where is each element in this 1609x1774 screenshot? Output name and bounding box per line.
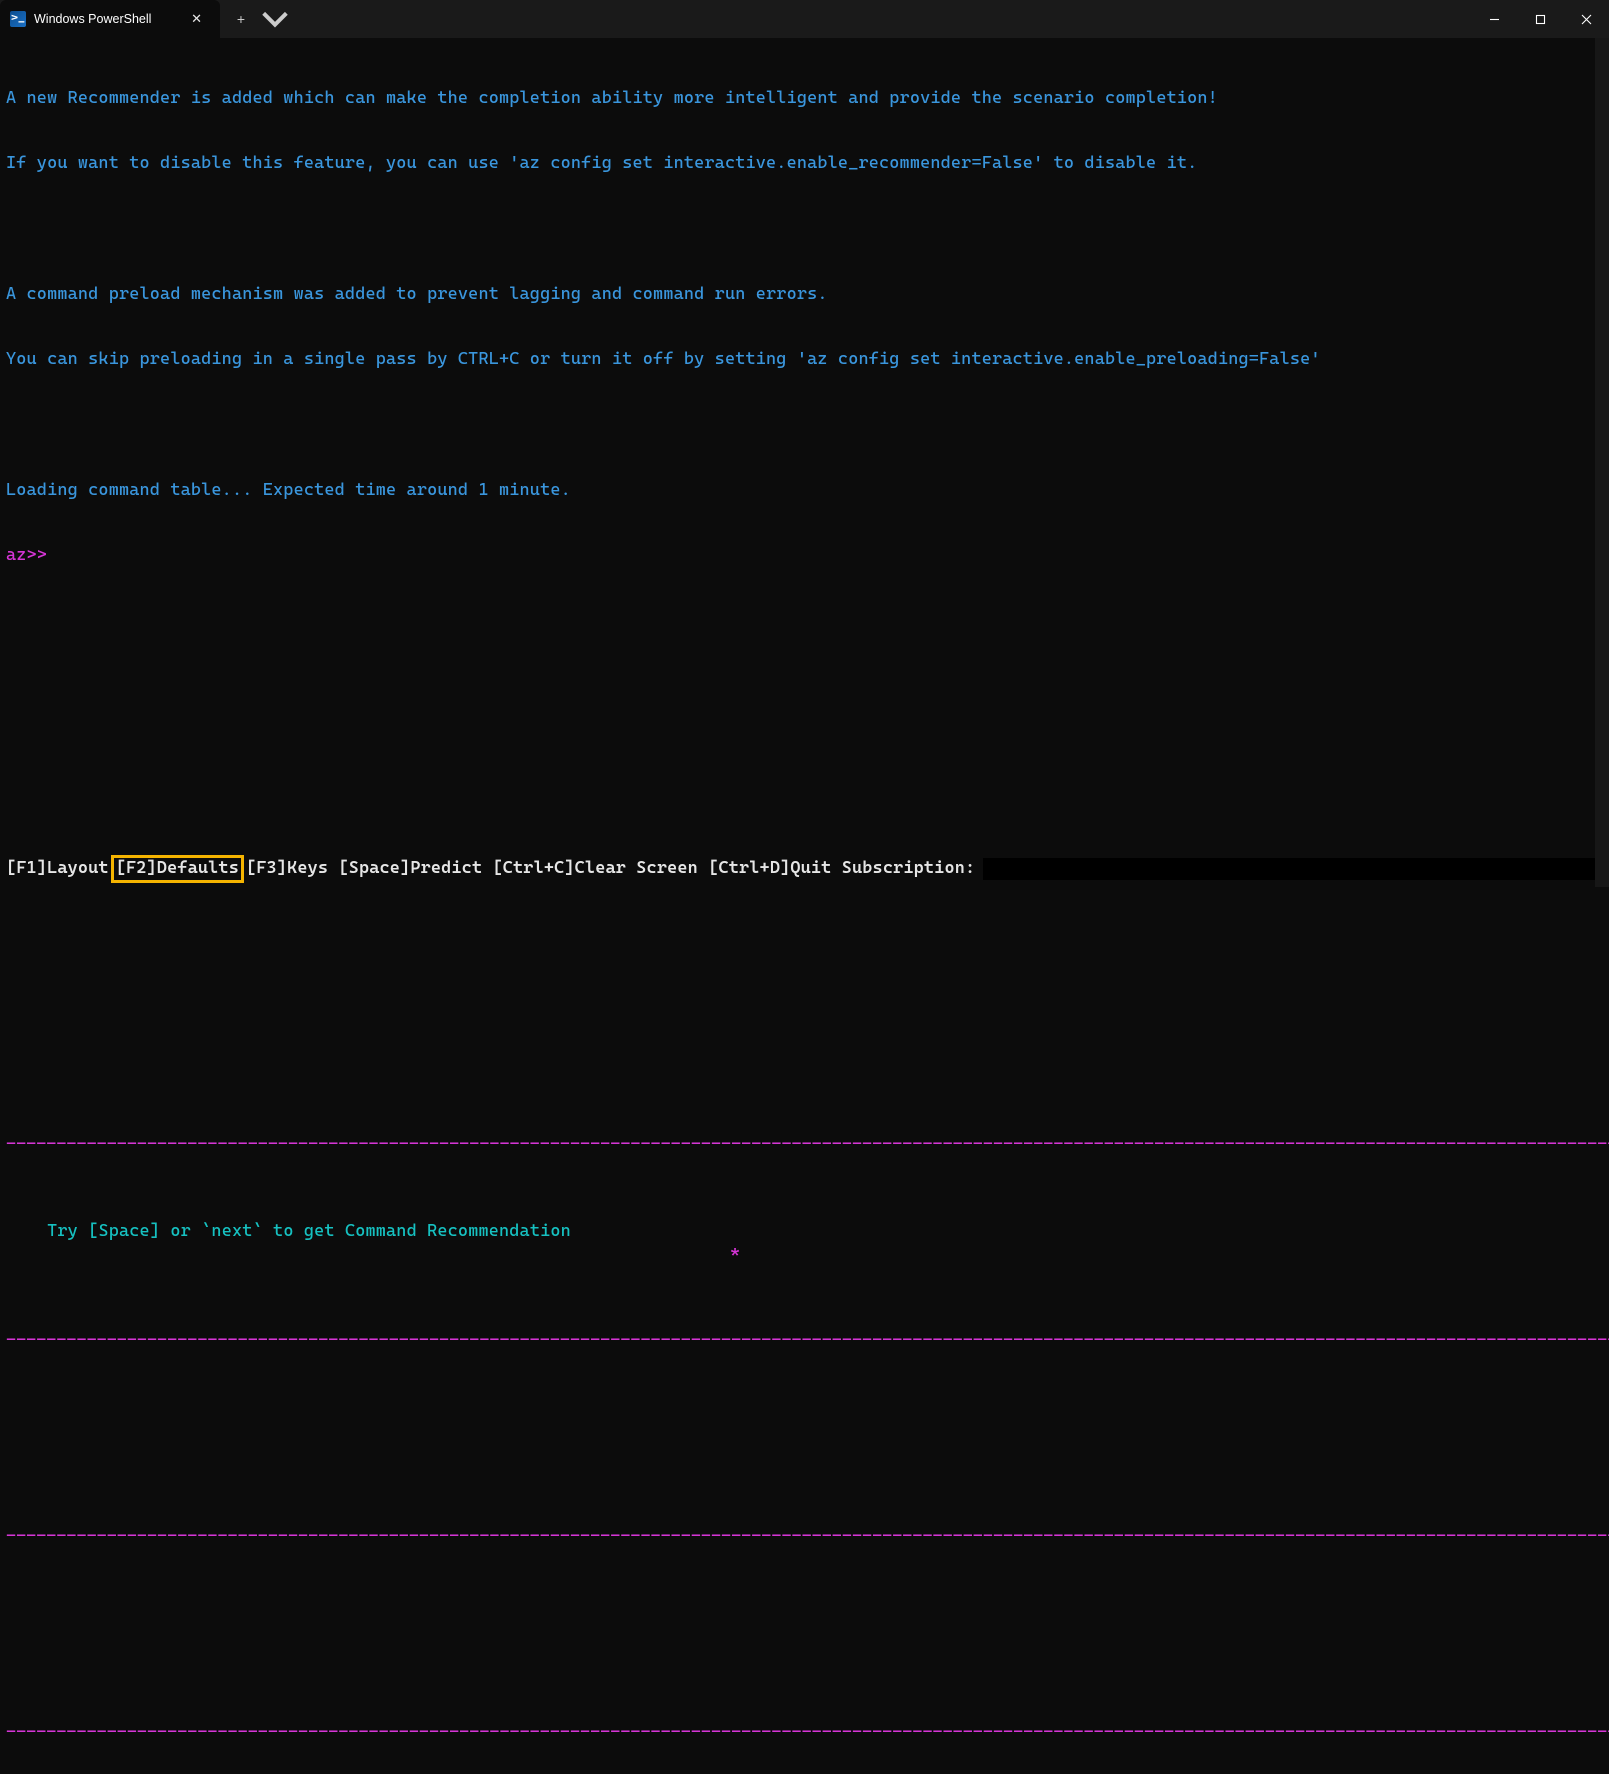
loading-line: Loading command table... Expected time a… xyxy=(6,480,1603,502)
new-tab-button[interactable]: + xyxy=(224,0,258,38)
info-line: A command preload mechanism was added to… xyxy=(6,284,1603,306)
divider: ----------------------------------------… xyxy=(6,1134,1603,1156)
function-key-bar: [F1]Layout [F2]Defaults [F3]Keys [Space]… xyxy=(6,855,1603,883)
hint-line: Try [Space] or `next` to get Command Rec… xyxy=(47,1221,571,1241)
info-line: A new Recommender is added which can mak… xyxy=(6,88,1603,110)
tab-title: Windows PowerShell xyxy=(34,12,177,26)
scrollbar[interactable] xyxy=(1595,38,1609,887)
minimize-button[interactable] xyxy=(1471,0,1517,38)
f1-layout[interactable]: [F1]Layout xyxy=(6,858,109,880)
ctrld-quit[interactable]: [Ctrl+D]Quit xyxy=(708,858,831,880)
divider: ----------------------------------------… xyxy=(6,1330,1603,1352)
maximize-button[interactable] xyxy=(1517,0,1563,38)
close-tab-icon[interactable]: ✕ xyxy=(185,10,208,29)
divider: ----------------------------------------… xyxy=(6,1722,1603,1744)
prompt[interactable]: az>> xyxy=(6,545,1603,567)
close-window-button[interactable] xyxy=(1563,0,1609,38)
divider: ----------------------------------------… xyxy=(6,1526,1603,1548)
tab-dropdown-button[interactable] xyxy=(258,0,292,38)
subscription-label: Subscription: xyxy=(842,858,976,880)
terminal-output[interactable]: A new Recommender is added which can mak… xyxy=(0,38,1609,887)
f3-keys[interactable]: [F3]Keys xyxy=(246,858,328,880)
ctrlc-clear[interactable]: [Ctrl+C]Clear Screen xyxy=(493,858,698,880)
subscription-value-redacted xyxy=(983,858,1603,880)
powershell-icon: >_ xyxy=(10,11,26,27)
f2-defaults-highlight[interactable]: [F2]Defaults xyxy=(111,855,244,883)
star-icon: * xyxy=(730,1243,740,1265)
info-line: If you want to disable this feature, you… xyxy=(6,153,1603,175)
info-line: You can skip preloading in a single pass… xyxy=(6,349,1603,371)
space-predict[interactable]: [Space]Predict xyxy=(338,858,482,880)
titlebar: >_ Windows PowerShell ✕ + xyxy=(0,0,1609,38)
window-controls xyxy=(1471,0,1609,38)
tab-powershell[interactable]: >_ Windows PowerShell ✕ xyxy=(0,0,220,38)
